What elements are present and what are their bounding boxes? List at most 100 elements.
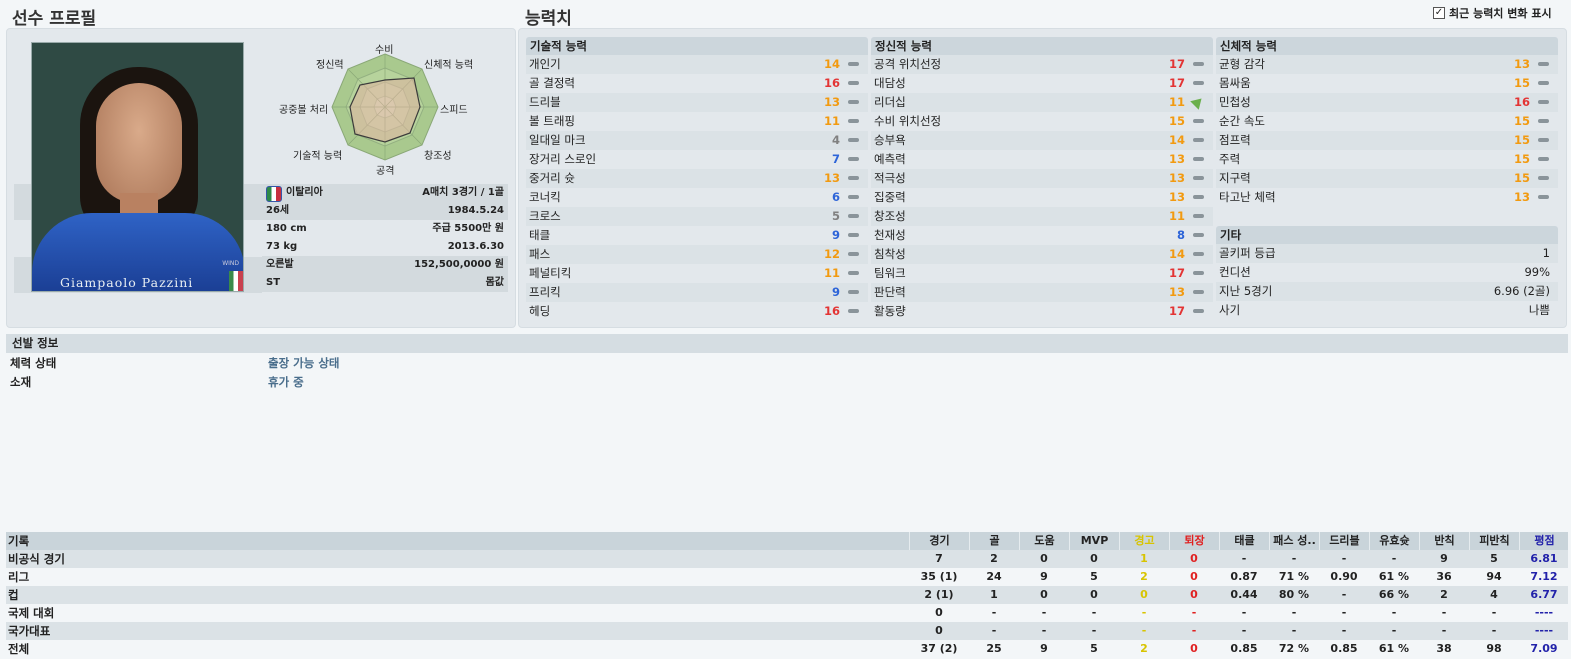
radar-label: 창조성 xyxy=(424,151,452,162)
table-cell: - xyxy=(1441,606,1447,619)
trend-flat-icon xyxy=(1193,138,1204,142)
attribute-value: 17 xyxy=(1168,266,1185,280)
attribute-row[interactable]: 중거리 슛 13 xyxy=(526,169,868,188)
show-changes-toggle[interactable]: ✓ 최근 능력치 변화 표시 xyxy=(1433,5,1552,21)
table-cell: 0.44 xyxy=(1230,588,1258,601)
attribute-row[interactable]: 공격 위치선정 17 xyxy=(871,55,1213,74)
attribute-row[interactable]: 크로스 5 xyxy=(526,207,868,226)
record-label: 컵 xyxy=(8,588,19,602)
table-cell: 37 (2) xyxy=(920,642,958,655)
weight: 73 kg xyxy=(266,241,298,252)
column-header[interactable]: 골 xyxy=(969,532,1019,550)
fitness-status-link[interactable]: 출장 가능 상태 xyxy=(268,354,340,373)
attribute-value: 14 xyxy=(1168,133,1185,147)
trend-flat-icon xyxy=(1193,119,1204,123)
attribute-row[interactable]: 예측력 13 xyxy=(871,150,1213,169)
attribute-row[interactable]: 균형 감각 13 xyxy=(1216,55,1558,74)
attribute-name: 침착성 xyxy=(874,247,906,261)
radar-label: 공중볼 처리 xyxy=(279,105,329,116)
attribute-row[interactable]: 볼 트래핑 11 xyxy=(526,112,868,131)
table-cell: 2 (1) xyxy=(924,588,954,601)
attribute-row[interactable]: 페널티킥 11 xyxy=(526,264,868,283)
attribute-row[interactable]: 점프력 15 xyxy=(1216,131,1558,150)
attribute-row[interactable]: 태클 9 xyxy=(526,226,868,245)
table-cell: 2 xyxy=(1140,570,1148,583)
position: ST xyxy=(266,277,281,288)
attribute-row[interactable]: 천재성 8 xyxy=(871,226,1213,245)
attribute-row[interactable]: 골 결정력 16 xyxy=(526,74,868,93)
whereabouts-link[interactable]: 휴가 중 xyxy=(268,373,304,392)
column-header[interactable]: 평점 xyxy=(1519,532,1569,550)
table-row: 국가대표 0- - - - - - - - - - - ---- xyxy=(6,622,1568,640)
table-cell: 94 xyxy=(1486,570,1502,583)
preferred-foot: 오른발 xyxy=(266,259,294,270)
attribute-row[interactable]: 리더십 11 xyxy=(871,93,1213,112)
column-header[interactable]: MVP xyxy=(1069,532,1119,550)
attribute-name: 골 결정력 xyxy=(529,76,575,90)
column-header[interactable]: 피반칙 xyxy=(1469,532,1519,550)
table-cell: 7 xyxy=(935,552,943,565)
attribute-row[interactable]: 타고난 체력 13 xyxy=(1216,188,1558,207)
trend-flat-icon xyxy=(1193,290,1204,294)
column-header[interactable]: 경기 xyxy=(909,532,969,550)
attribute-row[interactable]: 집중력 13 xyxy=(871,188,1213,207)
attribute-row[interactable]: 적극성 13 xyxy=(871,169,1213,188)
attribute-row[interactable]: 순간 속도 15 xyxy=(1216,112,1558,131)
attribute-row[interactable]: 몸싸움 15 xyxy=(1216,74,1558,93)
physical-attributes: 신체적 능력 균형 감각 13 몸싸움 15 민첩성 16 순간 속도 15 점프력 15 주력 15… xyxy=(1216,37,1558,207)
attribute-row[interactable]: 민첩성 16 xyxy=(1216,93,1558,112)
column-header[interactable]: 드리블 xyxy=(1319,532,1369,550)
attribute-value: 13 xyxy=(1513,57,1530,71)
attribute-row[interactable]: 드리블 13 xyxy=(526,93,868,112)
table-cell: 0 xyxy=(1190,642,1198,655)
attribute-row[interactable]: 침착성 14 xyxy=(871,245,1213,264)
attribute-name: 민첩성 xyxy=(1219,95,1251,109)
column-header[interactable]: 도움 xyxy=(1019,532,1069,550)
misc-row: 컨디션 99% xyxy=(1216,263,1558,282)
record-label: 국제 대회 xyxy=(8,606,55,620)
column-header[interactable]: 퇴장 xyxy=(1169,532,1219,550)
table-cell: 1 xyxy=(1140,552,1148,565)
misc-attributes: 기타 골키퍼 등급 1 컨디션 99% 지난 5경기 6.96 (2골) 사기 나쁨 xyxy=(1216,226,1558,320)
attribute-row[interactable]: 지구력 15 xyxy=(1216,169,1558,188)
technical-header: 기술적 능력 xyxy=(526,37,868,55)
attribute-row[interactable]: 승부욕 14 xyxy=(871,131,1213,150)
attribute-row[interactable]: 헤딩 16 xyxy=(526,302,868,321)
column-header[interactable]: 태클 xyxy=(1219,532,1269,550)
attribute-value: 6 xyxy=(831,190,840,204)
attribute-row[interactable]: 활동량 17 xyxy=(871,302,1213,321)
attribute-row[interactable]: 프리킥 9 xyxy=(526,283,868,302)
attribute-row[interactable]: 장거리 스로인 7 xyxy=(526,150,868,169)
attribute-row[interactable]: 창조성 11 xyxy=(871,207,1213,226)
attribute-value: 7 xyxy=(831,152,840,166)
column-header[interactable]: 패스 성.. xyxy=(1269,532,1319,550)
attribute-row[interactable]: 주력 15 xyxy=(1216,150,1558,169)
attribute-row[interactable]: 일대일 마크 4 xyxy=(526,131,868,150)
table-cell: 35 (1) xyxy=(920,570,958,583)
attribute-row[interactable]: 코너킥 6 xyxy=(526,188,868,207)
misc-header: 기타 xyxy=(1216,226,1558,244)
attribute-row[interactable]: 수비 위치선정 15 xyxy=(871,112,1213,131)
table-cell: 72 % xyxy=(1278,642,1310,655)
checkbox-icon[interactable]: ✓ xyxy=(1433,7,1445,19)
photo-nameplate: Giampaolo Pazzini xyxy=(60,275,194,290)
column-header[interactable]: 유효슛 xyxy=(1369,532,1419,550)
table-cell: 0.87 xyxy=(1230,570,1258,583)
height-row: 180 cm 주급 5500만 원 xyxy=(262,220,508,238)
attribute-row[interactable]: 패스 12 xyxy=(526,245,868,264)
physical-header: 신체적 능력 xyxy=(1216,37,1558,55)
attribute-name: 활동량 xyxy=(874,304,906,318)
attribute-value: 13 xyxy=(1168,190,1185,204)
attribute-row[interactable]: 개인기 14 xyxy=(526,55,868,74)
attribute-value: 16 xyxy=(1513,95,1530,109)
attribute-row[interactable]: 판단력 13 xyxy=(871,283,1213,302)
attribute-value: 12 xyxy=(823,247,840,261)
attribute-row[interactable]: 팀워크 17 xyxy=(871,264,1213,283)
attribute-name: 예측력 xyxy=(874,152,906,166)
column-header[interactable]: 경고 xyxy=(1119,532,1169,550)
column-header[interactable]: 반칙 xyxy=(1419,532,1469,550)
attribute-row[interactable]: 대담성 17 xyxy=(871,74,1213,93)
attribute-name: 볼 트래핑 xyxy=(529,114,575,128)
mental-attributes: 정신적 능력 공격 위치선정 17 대담성 17 리더십 11 수비 위치선정 15 승부욕 14… xyxy=(871,37,1213,321)
attribute-value: 13 xyxy=(823,95,840,109)
